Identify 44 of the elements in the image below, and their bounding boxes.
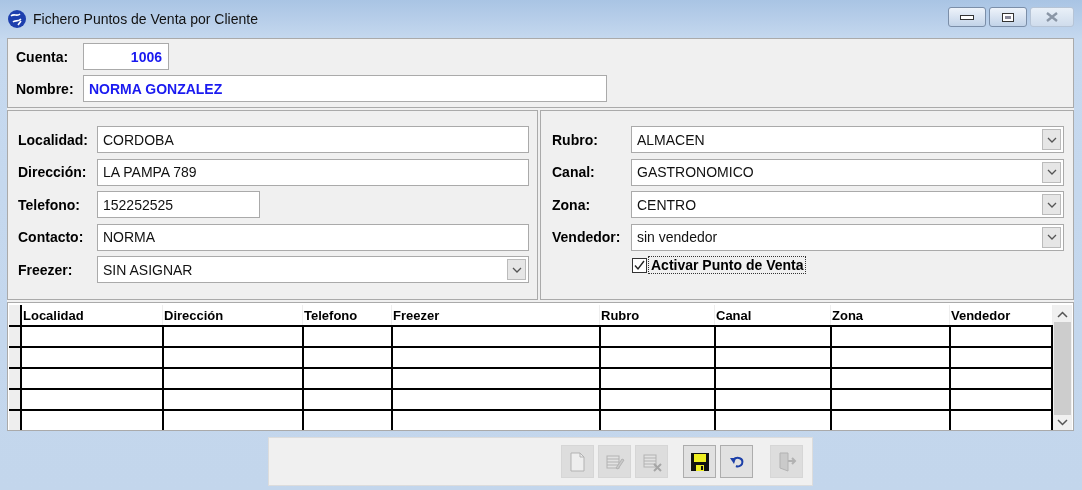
column-header[interactable]: Zona xyxy=(830,305,950,326)
field-label: Canal: xyxy=(552,164,596,180)
undo-button[interactable] xyxy=(720,445,753,478)
field-label: Zona: xyxy=(552,196,592,213)
column-header[interactable]: Freezer xyxy=(391,305,600,326)
minimize-button[interactable] xyxy=(948,7,986,27)
checkbox-label[interactable]: Activar Punto de Venta xyxy=(648,256,807,274)
input-field[interactable]: CORDOBA xyxy=(97,126,529,153)
window-title: Fichero Puntos de Venta por Cliente xyxy=(33,11,258,27)
maximize-icon xyxy=(1002,12,1014,22)
field-label: Nombre: xyxy=(16,80,75,97)
input-field[interactable]: 152252525 xyxy=(97,191,260,218)
field-label: Freezer: xyxy=(18,261,74,278)
column-header[interactable]: Telefono xyxy=(302,305,392,326)
dropdown-field[interactable]: ALMACEN xyxy=(631,126,1064,153)
dropdown-field[interactable]: sin vendedor xyxy=(631,223,1064,251)
input-field[interactable]: 1006 xyxy=(83,43,169,70)
column-header[interactable]: Rubro xyxy=(599,305,715,326)
globe-icon xyxy=(7,9,27,29)
input-field[interactable]: LA PAMPA 789 xyxy=(97,158,529,186)
dropdown-field[interactable]: SIN ASIGNAR xyxy=(97,256,529,283)
column-header[interactable]: Vendedor xyxy=(949,305,1052,326)
scrollbar[interactable] xyxy=(1053,305,1072,430)
field-label: Rubro: xyxy=(552,131,599,148)
column-header[interactable]: Dirección xyxy=(162,305,303,326)
field-label: Contacto: xyxy=(18,229,85,245)
minimize-icon xyxy=(960,14,974,20)
field-label: Localidad: xyxy=(18,131,89,148)
checkbox[interactable] xyxy=(632,257,647,273)
field-label: Telefono: xyxy=(18,196,81,213)
save-button[interactable] xyxy=(683,445,716,478)
field-label: Vendedor: xyxy=(552,229,622,245)
input-field[interactable]: NORMA xyxy=(97,223,529,251)
field-label: Cuenta: xyxy=(16,48,70,65)
scroll-down-icon[interactable] xyxy=(1057,419,1068,426)
input-field[interactable]: NORMA GONZALEZ xyxy=(83,75,607,102)
column-header[interactable]: Localidad xyxy=(21,305,163,326)
scroll-up-icon[interactable] xyxy=(1057,311,1068,318)
dropdown-field[interactable]: CENTRO xyxy=(631,191,1064,218)
maximize-button[interactable] xyxy=(989,7,1027,27)
close-icon xyxy=(1046,12,1058,22)
dropdown-field[interactable]: GASTRONOMICO xyxy=(631,158,1064,186)
field-label: Dirección: xyxy=(18,164,88,180)
column-header[interactable]: Canal xyxy=(714,305,831,326)
